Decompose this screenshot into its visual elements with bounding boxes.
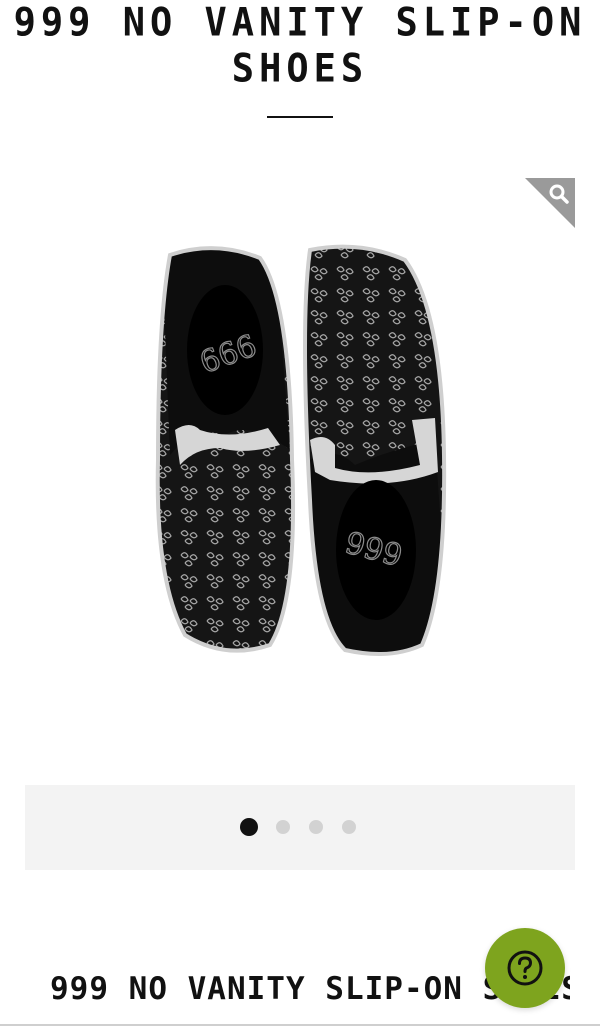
product-image[interactable]: 666 999	[150, 240, 450, 660]
slide-indicator	[25, 785, 575, 870]
help-button[interactable]	[485, 928, 565, 1008]
slide-dot-1[interactable]	[240, 818, 258, 836]
slide-dot-4[interactable]	[342, 820, 356, 834]
question-mark-icon	[507, 950, 543, 986]
title-divider	[267, 116, 333, 118]
page-title: 999 NO VANITY SLIP-ON SHOES	[0, 0, 600, 92]
page-title-line-2: SHOES	[231, 46, 369, 92]
zoom-button[interactable]	[525, 178, 575, 228]
left-shoe: 666	[155, 246, 296, 653]
zoom-corner-shape	[525, 178, 575, 228]
slide-dot-2[interactable]	[276, 820, 290, 834]
slide-dot-3[interactable]	[309, 820, 323, 834]
page-title-line-1: 999 NO VANITY SLIP-ON	[13, 0, 587, 45]
right-shoe: 999	[303, 244, 447, 656]
